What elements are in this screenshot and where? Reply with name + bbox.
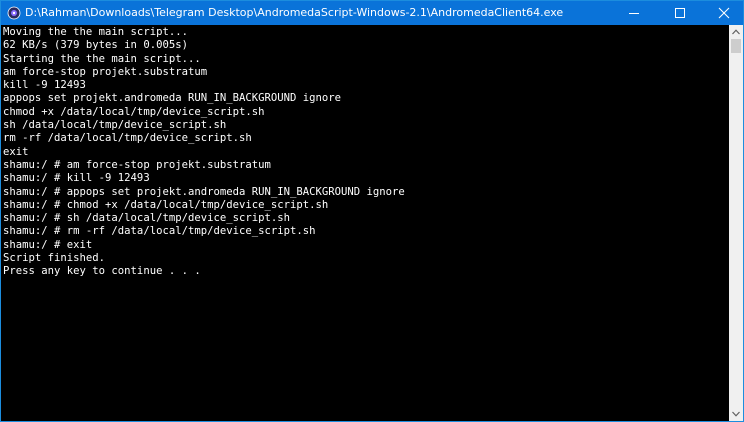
console-line: rm -rf /data/local/tmp/device_script.sh	[3, 132, 252, 145]
console-output-area[interactable]: Moving the the main script... 62 KB/s (37…	[1, 25, 729, 421]
close-icon	[718, 7, 730, 19]
maximize-icon	[675, 8, 685, 18]
console-line: 62 KB/s (379 bytes in 0.005s)	[3, 39, 188, 52]
close-button[interactable]	[701, 1, 743, 25]
console-line: shamu:/ # chmod +x /data/local/tmp/devic…	[3, 198, 329, 211]
console-line: shamu:/ # sh /data/local/tmp/device_scri…	[3, 212, 291, 225]
console-line: Starting the the main script...	[3, 52, 201, 65]
minimize-icon	[629, 13, 639, 14]
console-line: shamu:/ # exit	[3, 238, 93, 251]
minimize-button[interactable]	[611, 1, 657, 25]
console-line: shamu:/ # rm -rf /data/local/tmp/device_…	[3, 225, 316, 238]
console-output: Moving the the main script... 62 KB/s (37…	[3, 26, 405, 279]
console-line: Press any key to continue . . .	[3, 265, 201, 278]
console-line: chmod +x /data/local/tmp/device_script.s…	[3, 105, 265, 118]
andromeda-app-icon[interactable]	[7, 6, 21, 20]
console-line: shamu:/ # kill -9 12493	[3, 172, 150, 185]
scroll-down-arrow-icon	[732, 411, 740, 417]
vertical-scrollbar[interactable]	[729, 25, 743, 421]
scroll-up-arrow-icon	[732, 29, 740, 35]
console-line: exit	[3, 145, 29, 158]
scrollbar-thumb[interactable]	[731, 39, 741, 53]
console-line: Moving the the main script...	[3, 26, 188, 38]
scroll-up-button[interactable]	[729, 25, 743, 39]
scroll-down-button[interactable]	[729, 407, 743, 421]
console-line: kill -9 12493	[3, 79, 86, 92]
console-line: am force-stop projekt.substratum	[3, 65, 208, 78]
window-title: D:\Rahman\Downloads\Telegram Desktop\And…	[25, 6, 564, 19]
maximize-button[interactable]	[657, 1, 703, 25]
console-line: shamu:/ # appops set projekt.andromeda R…	[3, 185, 405, 198]
console-line: shamu:/ # am force-stop projekt.substrat…	[3, 158, 271, 171]
console-window[interactable]: D:\Rahman\Downloads\Telegram Desktop\And…	[0, 0, 744, 422]
console-line: sh /data/local/tmp/device_script.sh	[3, 119, 227, 132]
console-line: Script finished.	[3, 252, 106, 265]
title-bar[interactable]: D:\Rahman\Downloads\Telegram Desktop\And…	[1, 1, 743, 25]
console-line: appops set projekt.andromeda RUN_IN_BACK…	[3, 92, 342, 105]
